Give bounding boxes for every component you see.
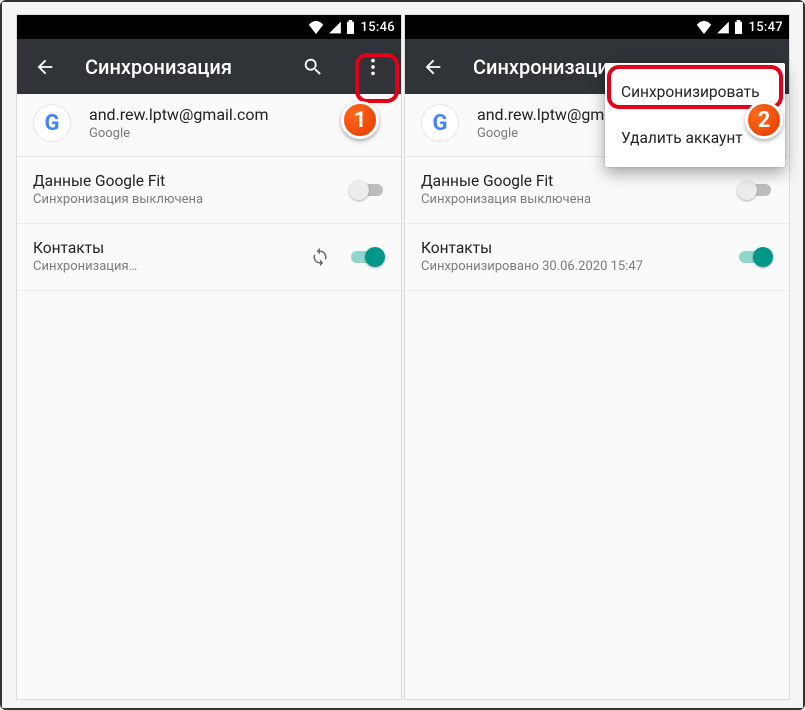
signal-icon <box>328 21 342 34</box>
battery-icon <box>346 20 355 34</box>
sync-item-subtitle: Синхронизация… <box>33 259 297 274</box>
sync-item-title: Контакты <box>33 239 297 257</box>
sync-item-title: Данные Google Fit <box>33 172 337 190</box>
overflow-menu: Синхронизировать Удалить аккаунт <box>605 63 785 167</box>
toggle-google-fit[interactable] <box>349 180 385 200</box>
account-row[interactable]: G and.rew.lptw@gmail.com Google <box>17 94 401 157</box>
empty-area <box>405 291 789 699</box>
sync-item-contacts[interactable]: Контакты Синхронизировано 30.06.2020 15:… <box>405 224 789 291</box>
sync-item-subtitle: Синхронизация выключена <box>421 192 725 207</box>
account-provider: Google <box>89 126 269 141</box>
sync-item-google-fit[interactable]: Данные Google Fit Синхронизация выключен… <box>17 157 401 224</box>
status-bar: 15:47 <box>405 15 789 39</box>
wifi-icon <box>696 21 712 34</box>
back-icon[interactable] <box>413 47 453 87</box>
empty-area <box>17 291 401 699</box>
battery-icon <box>734 20 743 34</box>
menu-item-sync-now[interactable]: Синхронизировать <box>605 69 785 115</box>
toggle-google-fit[interactable] <box>737 180 773 200</box>
toolbar: Синхронизация <box>17 39 401 94</box>
phone-right: 15:47 Синхронизаци G and.rew.lptw@gmail.… <box>404 14 790 700</box>
sync-item-subtitle: Синхронизировано 30.06.2020 15:47 <box>421 259 725 274</box>
status-time: 15:46 <box>361 20 395 35</box>
sync-item-title: Данные Google Fit <box>421 172 725 190</box>
google-logo-icon: G <box>33 104 71 142</box>
signal-icon <box>716 21 730 34</box>
sync-item-contacts[interactable]: Контакты Синхронизация… <box>17 224 401 291</box>
toggle-contacts[interactable] <box>737 247 773 267</box>
phone-left: 15:46 Синхронизация G and.rew.lptw@gmail… <box>16 14 402 700</box>
account-email: and.rew.lptw@gmail.com <box>89 105 269 124</box>
wifi-icon <box>308 21 324 34</box>
search-icon[interactable] <box>293 47 333 87</box>
google-logo-icon: G <box>421 104 459 142</box>
sync-item-subtitle: Синхронизация выключена <box>33 192 337 207</box>
menu-item-delete-account[interactable]: Удалить аккаунт <box>605 115 785 161</box>
back-icon[interactable] <box>25 47 65 87</box>
status-time: 15:47 <box>749 20 783 35</box>
sync-item-google-fit[interactable]: Данные Google Fit Синхронизация выключен… <box>405 157 789 224</box>
page-title: Синхронизация <box>85 55 273 79</box>
more-icon[interactable] <box>353 47 393 87</box>
toggle-contacts[interactable] <box>349 247 385 267</box>
syncing-icon <box>309 246 331 268</box>
status-bar: 15:46 <box>17 15 401 39</box>
sync-item-title: Контакты <box>421 239 725 257</box>
